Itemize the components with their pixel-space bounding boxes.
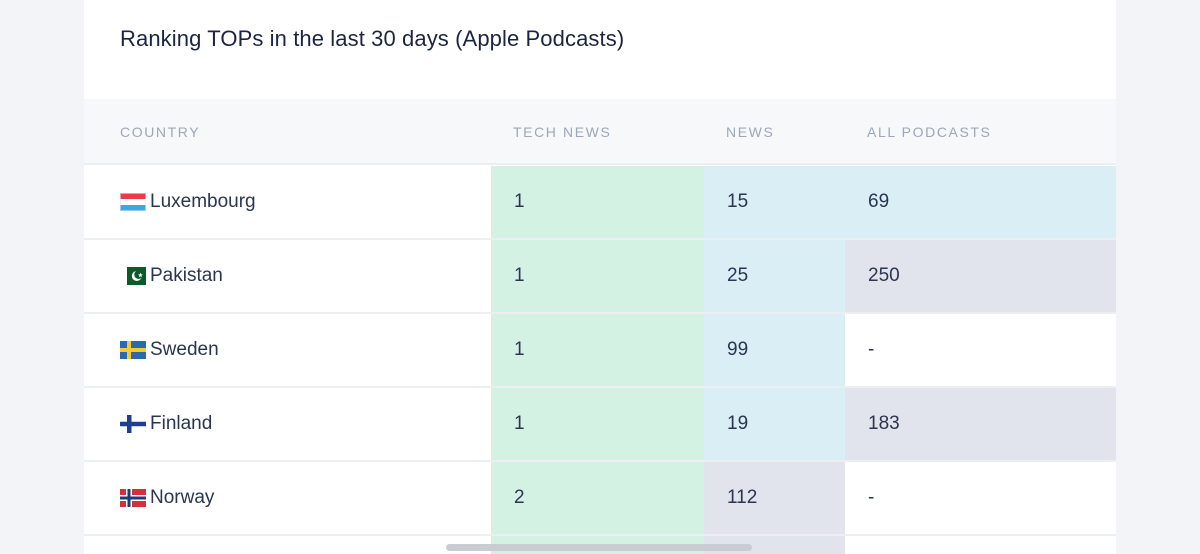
table-row: Pakistan 1 25 250 [84,240,1116,314]
country-cell: Pakistan [84,240,491,312]
news-rank-cell: 15 [704,166,845,238]
column-header-all-podcasts[interactable]: ALL PODCASTS [867,124,992,140]
all-podcasts-rank-cell: 183 [845,388,1116,460]
all-podcasts-rank: 69 [868,191,890,212]
tech-news-rank-cell: 1 [491,166,704,238]
news-rank-cell: 19 [704,388,845,460]
column-header-country[interactable]: COUNTRY [120,124,200,140]
table-header: COUNTRY TECH NEWS NEWS ALL PODCASTS [84,99,1116,165]
column-header-tech-news[interactable]: TECH NEWS [513,124,611,140]
all-podcasts-rank: 250 [868,265,900,286]
table-body: Luxembourg 1 15 69 Pakistan 1 25 250 Swe… [84,166,1116,554]
tech-news-rank: 1 [514,413,525,434]
card-title: Ranking TOPs in the last 30 days (Apple … [120,26,625,51]
tech-news-rank: 1 [514,265,525,286]
tech-news-rank: 2 [514,487,525,508]
tech-news-rank-cell: 1 [491,240,704,312]
news-rank: 19 [727,413,749,434]
all-podcasts-rank: - [868,339,875,360]
country-name: Luxembourg [150,191,256,212]
horizontal-scrollbar[interactable] [84,540,1116,554]
all-podcasts-rank-cell: 250 [845,240,1116,312]
country-cell: Finland [84,388,491,460]
tech-news-rank: 1 [514,339,525,360]
ranking-card: Ranking TOPs in the last 30 days (Apple … [84,0,1116,554]
country-name: Norway [150,487,215,508]
all-podcasts-rank: 183 [868,413,900,434]
pakistan-flag-icon [120,267,146,285]
country-cell: Luxembourg [84,166,491,238]
table-row: Luxembourg 1 15 69 [84,166,1116,240]
country-cell: Norway [84,462,491,534]
tech-news-rank: 1 [514,191,525,212]
luxembourg-flag-icon [120,193,146,211]
tech-news-rank-cell: 2 [491,462,704,534]
norway-flag-icon [120,489,146,507]
tech-news-rank-cell: 1 [491,314,704,386]
country-name: Sweden [150,339,219,360]
country-cell: Sweden [84,314,491,386]
news-rank: 15 [727,191,749,212]
tech-news-rank-cell: 1 [491,388,704,460]
table-row: Norway 2 112 - [84,462,1116,536]
country-name: Pakistan [150,265,223,286]
finland-flag-icon [120,415,146,433]
news-rank: 112 [727,487,758,508]
sweden-flag-icon [120,341,146,359]
table-row: Sweden 1 99 - [84,314,1116,388]
column-header-news[interactable]: NEWS [726,124,774,140]
all-podcasts-rank: - [868,487,875,508]
news-rank-cell: 112 [704,462,845,534]
all-podcasts-rank-cell: 69 [845,166,1116,238]
news-rank-cell: 25 [704,240,845,312]
all-podcasts-rank-cell: - [845,462,1116,534]
scrollbar-thumb[interactable] [446,544,752,551]
country-name: Finland [150,413,213,434]
news-rank-cell: 99 [704,314,845,386]
news-rank: 25 [727,265,749,286]
news-rank: 99 [727,339,749,360]
all-podcasts-rank-cell: - [845,314,1116,386]
table-row: Finland 1 19 183 [84,388,1116,462]
